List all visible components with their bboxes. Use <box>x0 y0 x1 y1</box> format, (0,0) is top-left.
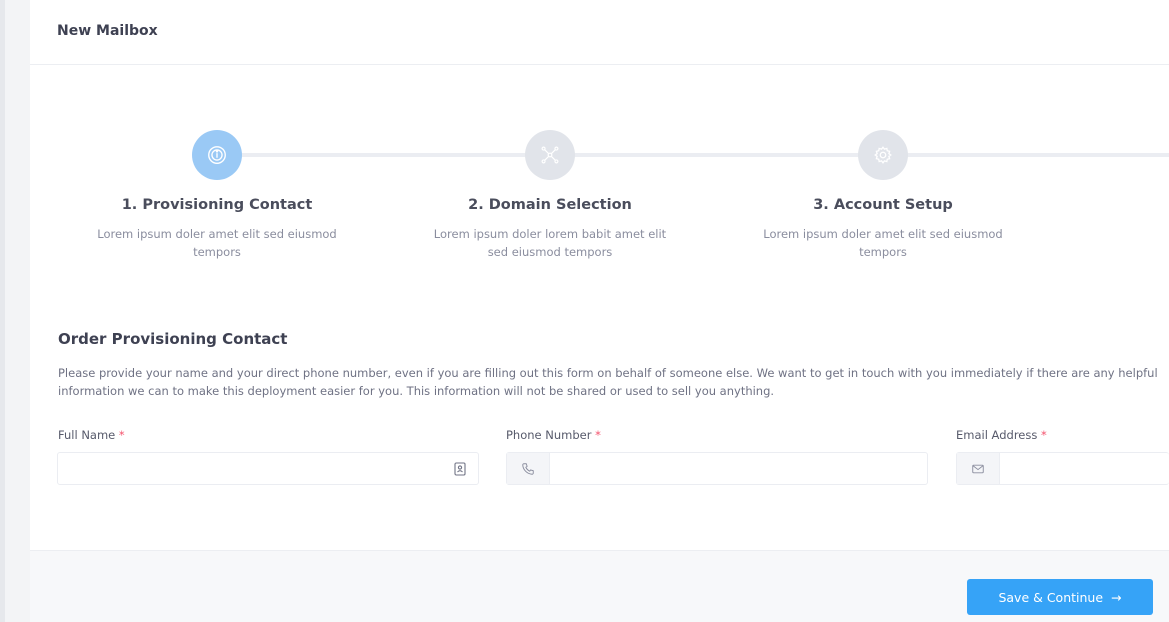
form-footer: Save & Continue → <box>30 550 1169 622</box>
required-mark: * <box>595 428 601 442</box>
envelope-icon <box>972 464 984 473</box>
wizard-step-3[interactable]: 3. Account Setup Lorem ipsum doler amet … <box>733 130 1033 261</box>
phone-number-label-text: Phone Number <box>506 428 592 442</box>
email-address-label: Email Address * <box>956 428 1047 442</box>
left-sidebar-edge <box>0 0 5 622</box>
phone-number-label: Phone Number * <box>506 428 601 442</box>
phone-number-input[interactable] <box>507 453 927 484</box>
section-title: Order Provisioning Contact <box>58 330 288 348</box>
full-name-field[interactable] <box>57 452 479 485</box>
full-name-label: Full Name * <box>58 428 125 442</box>
step-description: Lorem ipsum doler lorem babit amet elit … <box>433 227 667 259</box>
wizard-step-2[interactable]: 2. Domain Selection Lorem ipsum doler lo… <box>400 130 700 261</box>
contact-card-icon <box>454 462 466 476</box>
arrow-right-icon: → <box>1111 589 1122 605</box>
new-mailbox-card: New Mailbox 1. Provisioning Contact Lore… <box>30 0 1169 622</box>
required-mark: * <box>1041 428 1047 442</box>
network-icon <box>525 130 575 180</box>
gear-icon <box>858 130 908 180</box>
phone-number-field[interactable] <box>506 452 928 485</box>
email-address-field[interactable] <box>956 452 1169 485</box>
required-mark: * <box>118 428 125 442</box>
page-title: New Mailbox <box>57 23 158 39</box>
phone-addon <box>507 453 550 484</box>
step-title: 4. <box>1066 197 1169 213</box>
step-description: Lorem ipsu elit s <box>1096 225 1169 243</box>
full-name-label-text: Full Name <box>58 428 116 442</box>
step-title: 1. Provisioning Contact <box>121 197 313 213</box>
wizard-step-4[interactable]: 4. Lorem ipsu elit s <box>1066 130 1169 243</box>
email-addon <box>957 453 1000 484</box>
full-name-input[interactable] <box>58 453 478 484</box>
email-address-label-text: Email Address <box>956 428 1038 442</box>
section-description: Please provide your name and your direct… <box>58 366 1158 398</box>
step-title: 2. Domain Selection <box>468 197 632 213</box>
step-description: Lorem ipsum doler amet elit sed eiusmod … <box>763 227 1003 259</box>
step-description: Lorem ipsum doler amet elit sed eiusmod … <box>97 227 337 259</box>
phone-icon <box>522 462 534 475</box>
save-continue-label: Save & Continue <box>998 589 1104 605</box>
step-title: 3. Account Setup <box>813 197 953 213</box>
card-header: New Mailbox <box>30 0 1169 65</box>
wizard-step-1[interactable]: 1. Provisioning Contact Lorem ipsum dole… <box>67 130 367 261</box>
info-icon <box>192 130 242 180</box>
save-continue-button[interactable]: Save & Continue → <box>967 579 1153 615</box>
